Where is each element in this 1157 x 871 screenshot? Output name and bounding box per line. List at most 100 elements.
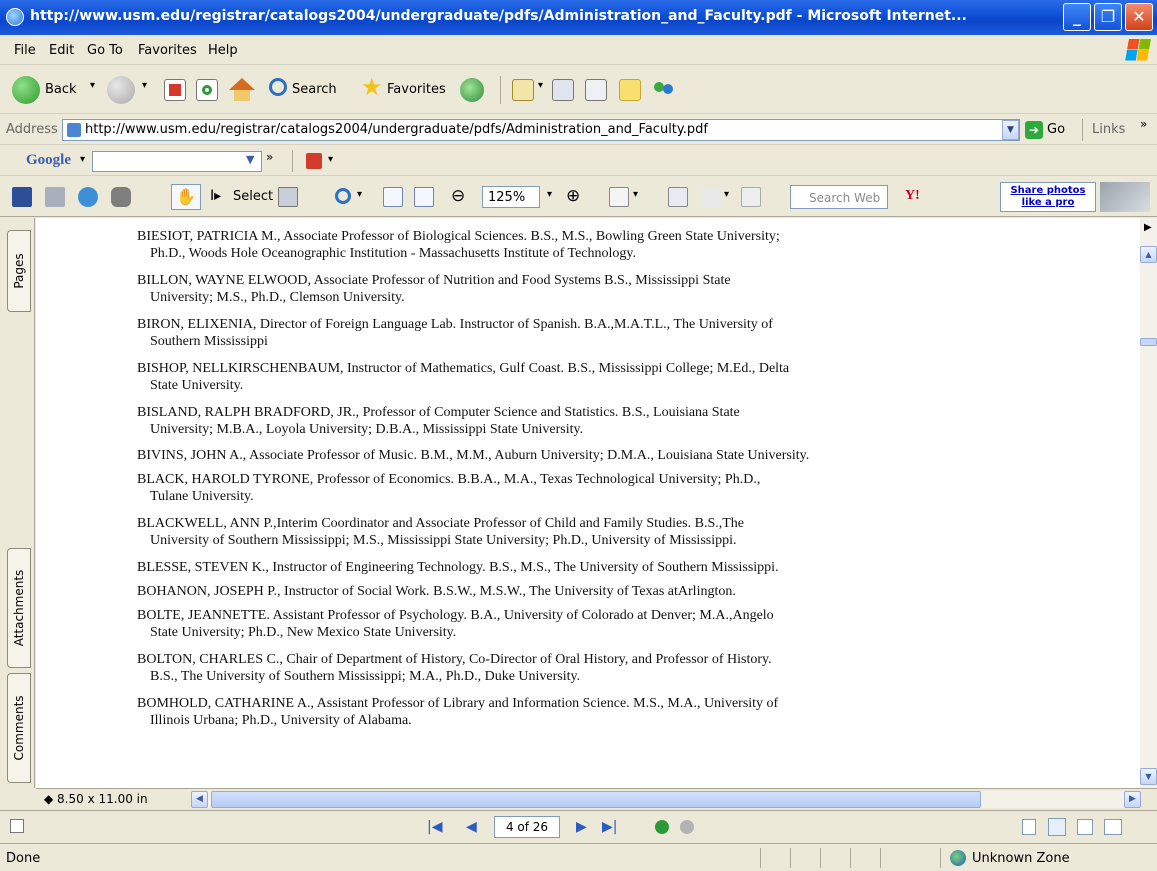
back-dropdown-icon[interactable]: ▾ <box>90 80 95 91</box>
single-page-icon[interactable] <box>1022 819 1036 835</box>
zoom-dropdown-icon[interactable]: ▾ <box>357 189 362 200</box>
scroll-thumb[interactable] <box>1140 338 1157 346</box>
status-separator <box>820 848 821 868</box>
search-web-input[interactable]: Search Web <box>790 185 888 209</box>
google-dropdown-icon[interactable]: ▼ <box>246 153 254 166</box>
mail-icon[interactable] <box>512 79 534 101</box>
google-search-input[interactable] <box>92 151 262 172</box>
ie-logo-icon <box>6 8 24 26</box>
favorites-button-label[interactable]: Favorites <box>387 82 446 97</box>
messenger-icon[interactable] <box>652 78 676 102</box>
zoom-in-icon[interactable]: ⊕ <box>566 186 580 206</box>
menu-edit[interactable]: Edit <box>49 43 74 58</box>
continuous-page-icon[interactable] <box>1048 818 1066 836</box>
page-size-label: ◆ 8.50 x 11.00 in <box>44 792 148 806</box>
menu-go-to[interactable]: Go To <box>87 43 123 58</box>
tab-attachments[interactable]: Attachments <box>7 548 31 668</box>
chevron-right-icon[interactable]: » <box>1140 117 1147 131</box>
pdf-action-icon[interactable] <box>306 153 322 169</box>
save-icon[interactable] <box>12 187 32 207</box>
panel-toggle-icon[interactable] <box>10 819 24 833</box>
spell-check-icon[interactable] <box>668 187 688 207</box>
faculty-entry: BLESSE, STEVEN K., Instructor of Enginee… <box>137 559 897 576</box>
menu-help[interactable]: Help <box>208 43 238 58</box>
undo-dropdown-icon[interactable]: ▾ <box>724 189 729 200</box>
menu-favorites[interactable]: Favorites <box>138 43 197 58</box>
print-icon[interactable] <box>45 187 65 207</box>
snapshot-icon[interactable] <box>278 187 298 207</box>
pdf-document-view[interactable]: BIESIOT, PATRICIA M., Associate Professo… <box>36 218 1140 788</box>
facing-pages-icon[interactable] <box>1077 819 1093 835</box>
panel-menu-arrow-icon[interactable]: ▶ <box>1144 222 1152 233</box>
select-tool-label[interactable]: Select <box>233 189 273 204</box>
back-button-label[interactable]: Back <box>45 82 77 97</box>
address-input[interactable]: http://www.usm.edu/registrar/catalogs200… <box>62 119 1020 141</box>
discuss-icon[interactable] <box>619 79 641 101</box>
zoom-in-tool-icon[interactable] <box>335 188 351 204</box>
continuous-facing-icon[interactable] <box>1104 819 1122 835</box>
menu-file[interactable]: File <box>14 43 36 58</box>
scroll-right-icon[interactable]: ▶ <box>1124 791 1141 808</box>
next-page-icon[interactable]: ▶ <box>576 819 587 835</box>
history-icon[interactable] <box>460 78 484 102</box>
maximize-button[interactable]: ❐ <box>1094 3 1122 31</box>
edit-icon[interactable] <box>585 79 607 101</box>
go-button-label[interactable]: Go <box>1047 122 1065 137</box>
first-page-icon[interactable]: |◀ <box>427 819 442 835</box>
share-photos-link[interactable]: Share photos like a pro <box>1000 182 1096 212</box>
scroll-down-icon[interactable]: ▼ <box>1140 768 1157 785</box>
camera-ad-icon[interactable] <box>1100 182 1150 212</box>
google-more-icon[interactable]: » <box>266 150 273 164</box>
horizontal-scroll-thumb[interactable] <box>211 791 981 808</box>
copy-icon[interactable] <box>741 187 761 207</box>
previous-page-icon[interactable]: ◀ <box>466 819 477 835</box>
home-icon[interactable] <box>229 78 255 90</box>
back-arrow-icon[interactable] <box>12 76 40 104</box>
find-binoculars-icon[interactable] <box>111 187 131 207</box>
go-back-view-icon[interactable] <box>655 820 669 834</box>
rotate-page-icon[interactable] <box>609 187 629 207</box>
entry-continuation: University of Southern Mississippi; M.S.… <box>150 533 737 548</box>
go-arrow-icon[interactable]: ➔ <box>1025 121 1043 139</box>
close-button[interactable]: ✕ <box>1125 3 1153 31</box>
rotate-dropdown-icon[interactable]: ▾ <box>633 189 638 200</box>
email-icon[interactable] <box>78 187 98 207</box>
minimize-button[interactable]: _ <box>1063 3 1091 31</box>
last-page-icon[interactable]: ▶| <box>602 819 617 835</box>
tab-pages[interactable]: Pages <box>7 230 31 312</box>
pdf-action-dropdown-icon[interactable]: ▾ <box>328 154 333 165</box>
go-forward-view-icon[interactable] <box>680 820 694 834</box>
print-icon[interactable] <box>552 79 574 101</box>
search-icon[interactable] <box>269 78 287 96</box>
links-button[interactable]: Links <box>1092 122 1125 137</box>
scroll-left-icon[interactable]: ◀ <box>191 791 208 808</box>
faculty-entry: BIRON, ELIXENIA, Director of Foreign Lan… <box>137 316 897 350</box>
select-tool-icon[interactable]: I▸ <box>210 188 221 204</box>
forward-arrow-icon[interactable] <box>107 76 135 104</box>
page-number-field[interactable]: 4 of 26 <box>494 816 560 838</box>
search-button-label[interactable]: Search <box>292 82 337 97</box>
fit-page-icon[interactable] <box>383 187 403 207</box>
scroll-up-icon[interactable]: ▲ <box>1140 246 1157 263</box>
zoom-level-field[interactable]: 125% <box>482 186 540 208</box>
yahoo-icon[interactable]: Y! <box>905 188 920 204</box>
address-dropdown-icon[interactable]: ▼ <box>1002 120 1019 140</box>
hand-tool-icon[interactable]: ✋ <box>171 184 201 210</box>
mail-dropdown-icon[interactable]: ▾ <box>538 80 543 91</box>
forward-dropdown-icon[interactable]: ▾ <box>142 80 147 91</box>
google-logo[interactable]: Google <box>26 152 71 169</box>
tab-comments[interactable]: Comments <box>7 673 31 783</box>
zoom-out-icon[interactable]: ⊖ <box>451 186 465 206</box>
favorites-star-icon[interactable]: ★ <box>361 73 383 101</box>
refresh-icon[interactable] <box>196 79 218 101</box>
undo-icon[interactable] <box>701 187 721 207</box>
globe-icon <box>950 850 966 866</box>
fit-width-icon[interactable] <box>414 187 434 207</box>
stop-icon[interactable] <box>164 79 186 101</box>
zoom-level-dropdown-icon[interactable]: ▾ <box>547 189 552 200</box>
vertical-scrollbar[interactable]: ▶ ▲ ▼ <box>1140 218 1157 788</box>
google-menu-dropdown-icon[interactable]: ▾ <box>80 154 85 165</box>
horizontal-scrollbar[interactable]: ◀ ▶ <box>191 791 1141 808</box>
windows-logo-icon <box>1125 39 1151 61</box>
navigation-panel: Pages Attachments Comments <box>0 218 35 788</box>
